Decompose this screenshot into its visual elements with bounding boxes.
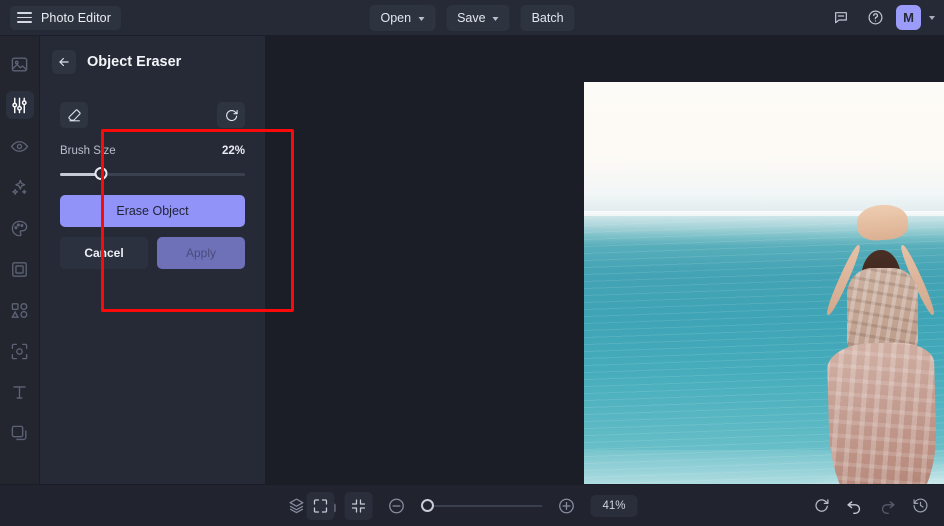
- photo-subject-woman: [818, 202, 944, 520]
- object-eraser-panel: Object Eraser Brush Size 22% Erase Objec…: [40, 36, 294, 484]
- eraser-tool-row: [60, 102, 245, 128]
- brush-size-slider[interactable]: [60, 167, 245, 181]
- erase-object-button[interactable]: Erase Object: [60, 195, 245, 227]
- rail-item-image[interactable]: [6, 50, 34, 78]
- brush-size-value: 22%: [221, 145, 245, 157]
- canvas-area[interactable]: [266, 36, 944, 520]
- panel-header: Object Eraser: [40, 36, 265, 84]
- photo-editor-app: Photo Editor Open Save Batch M Object Er…: [0, 0, 944, 526]
- fit-screen-icon[interactable]: [306, 491, 335, 520]
- rail-item-shapes[interactable]: [6, 296, 34, 324]
- zoom-slider-thumb[interactable]: [421, 498, 435, 512]
- chevron-down-icon: [492, 16, 499, 21]
- open-button-label: Open: [380, 11, 412, 25]
- panel-title: Object Eraser: [87, 54, 182, 70]
- photo-canvas[interactable]: [584, 82, 944, 520]
- app-title: Photo Editor: [41, 10, 111, 25]
- reset-icon[interactable]: [807, 492, 835, 520]
- cancel-button[interactable]: Cancel: [60, 237, 148, 269]
- apply-button[interactable]: Apply: [157, 237, 245, 269]
- slider-thumb[interactable]: [94, 167, 108, 180]
- rail-item-preview-eye[interactable]: [6, 132, 34, 160]
- open-button[interactable]: Open: [369, 5, 436, 31]
- avatar[interactable]: M: [896, 5, 921, 30]
- eraser-controls: Brush Size 22% Erase Object Cancel Apply: [52, 92, 253, 279]
- panel-action-row: Cancel Apply: [60, 237, 245, 269]
- tool-rail: [0, 36, 40, 484]
- hamburger-icon[interactable]: [17, 12, 32, 23]
- undo-icon[interactable]: [840, 492, 868, 520]
- history-icon[interactable]: [906, 492, 934, 520]
- bottom-toolbar: 41%: [0, 484, 944, 526]
- zoom-controls: 41%: [306, 491, 638, 520]
- rail-item-frame[interactable]: [6, 255, 34, 283]
- chevron-down-icon: [418, 16, 425, 21]
- app-header: Photo Editor Open Save Batch M: [0, 0, 944, 36]
- arrow-left-icon[interactable]: [52, 50, 76, 74]
- header-right-group: M: [828, 5, 944, 31]
- help-icon[interactable]: [862, 5, 888, 31]
- rail-item-layers[interactable]: [6, 419, 34, 447]
- zoom-in-icon[interactable]: [552, 492, 580, 520]
- eraser-icon[interactable]: [60, 102, 88, 128]
- zoom-level-value[interactable]: 41%: [590, 494, 638, 517]
- zoom-slider[interactable]: [420, 498, 543, 513]
- feedback-chat-icon[interactable]: [828, 5, 854, 31]
- brush-size-row: Brush Size 22%: [60, 145, 245, 157]
- rail-item-text[interactable]: [6, 378, 34, 406]
- reset-refresh-icon[interactable]: [217, 102, 245, 128]
- zoom-out-icon[interactable]: [382, 492, 410, 520]
- redo-icon[interactable]: [873, 492, 901, 520]
- subject-hands: [855, 202, 909, 242]
- rail-item-magic-sparkle[interactable]: [6, 173, 34, 201]
- app-body: Object Eraser Brush Size 22% Erase Objec…: [0, 36, 944, 520]
- batch-button[interactable]: Batch: [520, 5, 575, 31]
- rail-item-adjustments[interactable]: [5, 91, 34, 119]
- save-button[interactable]: Save: [446, 5, 510, 31]
- rail-item-object-select[interactable]: [6, 337, 34, 365]
- collapse-icon[interactable]: [344, 491, 373, 520]
- save-button-label: Save: [457, 11, 486, 25]
- history-controls: [807, 492, 934, 520]
- brand-menu-button[interactable]: Photo Editor: [10, 5, 121, 30]
- header-actions: Open Save Batch: [369, 0, 575, 36]
- batch-button-label: Batch: [531, 11, 564, 25]
- brush-size-label: Brush Size: [60, 145, 116, 157]
- account-chevron-down-icon[interactable]: [929, 15, 935, 20]
- zoom-slider-track: [420, 504, 543, 507]
- rail-item-palette[interactable]: [6, 214, 34, 242]
- photo-sky: [584, 82, 944, 218]
